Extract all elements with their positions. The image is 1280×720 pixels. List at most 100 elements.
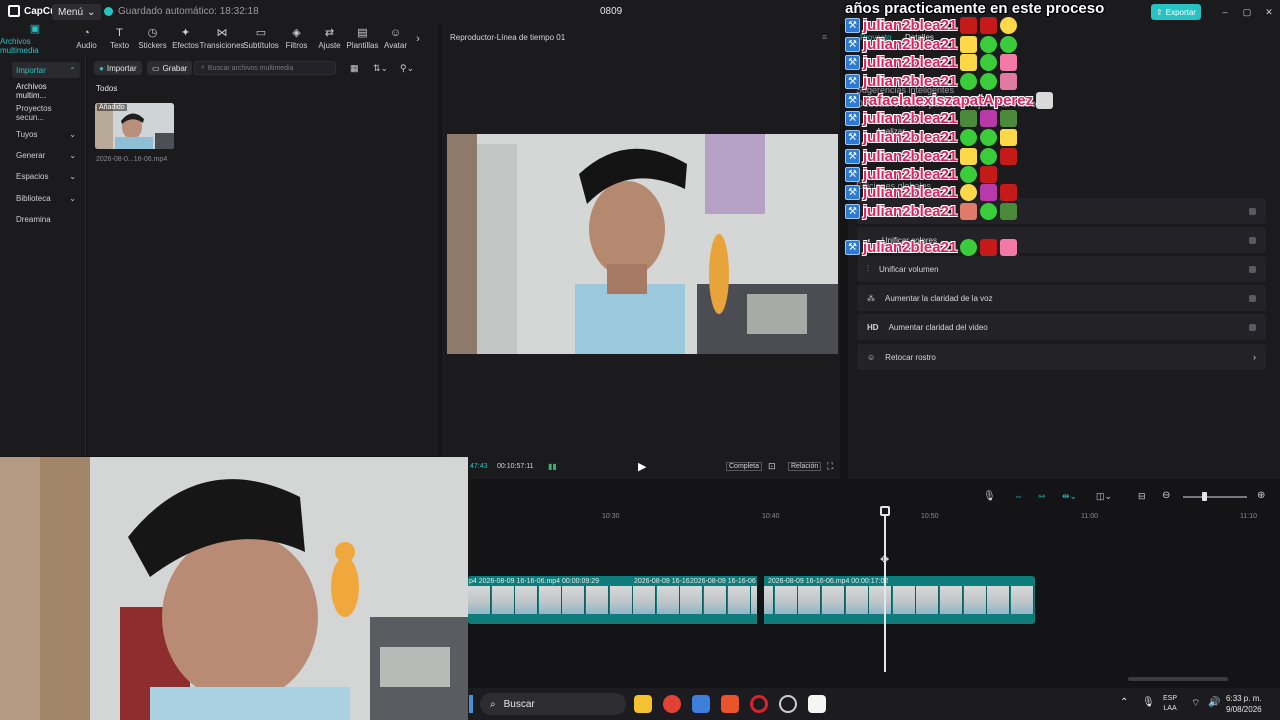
- player-video-frame[interactable]: [447, 134, 838, 354]
- playhead-handle[interactable]: [880, 506, 890, 516]
- record-label: Grabar: [162, 63, 188, 73]
- option-video-clarity[interactable]: HD Aumentar claridad del video: [857, 314, 1266, 340]
- toggle-switch[interactable]: [1249, 236, 1256, 244]
- preview-axis-icon[interactable]: ⊟: [1138, 491, 1146, 502]
- zoom-in-icon[interactable]: ⊕: [1257, 490, 1265, 501]
- nav-generate[interactable]: Generar ⌄: [12, 147, 80, 163]
- nav-import[interactable]: Importar ⌃: [12, 62, 80, 78]
- import-button[interactable]: ● Importar: [94, 61, 142, 75]
- toggle-switch[interactable]: [1249, 294, 1256, 302]
- tab-media[interactable]: ▣ Archivos multimedia: [0, 23, 70, 55]
- nav-secondary-projects[interactable]: Proyectos secun...: [12, 104, 80, 122]
- obs-icon[interactable]: [779, 695, 797, 713]
- toggle-switch[interactable]: [1249, 265, 1256, 273]
- tab-templates[interactable]: ▤ Plantillas: [346, 24, 379, 54]
- voice-icon: ⁂: [867, 293, 875, 303]
- speaker-icon[interactable]: 🔊: [1208, 697, 1220, 708]
- autosave-icon: [104, 7, 113, 16]
- chat-badge-icon: ⚒: [845, 129, 860, 145]
- minimize-icon[interactable]: –: [1217, 4, 1233, 20]
- ratio-button[interactable]: Relación: [788, 462, 822, 471]
- sort-icon[interactable]: ⇅⌄: [373, 63, 388, 74]
- toggle-switch[interactable]: [1249, 207, 1256, 215]
- wifi-icon[interactable]: ⌔: [1191, 697, 1200, 710]
- start-icon[interactable]: [469, 695, 473, 713]
- player-menu-icon[interactable]: ≡: [822, 32, 827, 42]
- video-track[interactable]: p4 2026-08-09 16-16-06.mp4 00:00:09:29 2…: [468, 576, 1035, 624]
- emote-icon: [960, 16, 978, 34]
- option-retouch-face[interactable]: ☺ Retocar rostro ›: [857, 344, 1266, 370]
- chat-message: ⚒ julian2blea21: [845, 109, 1018, 127]
- toggle-switch[interactable]: [1249, 323, 1256, 331]
- option-voice-clarity[interactable]: ⁂ Aumentar la claridad de la voz: [857, 285, 1266, 311]
- export-button[interactable]: ⇪ Exportar: [1151, 4, 1201, 20]
- taskbar-search[interactable]: ⌕ Buscar: [480, 693, 626, 715]
- nav-library[interactable]: Biblioteca ⌄: [12, 190, 80, 206]
- thumbnail-badge: Añadido: [97, 104, 127, 111]
- chrome-icon[interactable]: [663, 695, 681, 713]
- microphone-icon[interactable]: 🎙: [983, 491, 996, 502]
- chat-username: julian2blea21: [863, 53, 958, 71]
- tab-text[interactable]: T Texto: [103, 24, 136, 54]
- link-clips-icon[interactable]: ⇔: [1014, 491, 1023, 501]
- file-explorer-icon[interactable]: [634, 695, 652, 713]
- screenshot-icon[interactable]: ⊡: [768, 461, 776, 472]
- audio-meter-icon: ▮▮: [548, 462, 557, 471]
- play-icon[interactable]: ▶: [638, 460, 646, 473]
- grid-view-icon[interactable]: ▦: [350, 63, 359, 74]
- capcut-taskbar-icon[interactable]: [808, 695, 826, 713]
- close-icon[interactable]: ✕: [1261, 4, 1277, 20]
- chevron-down-icon: ⌄: [87, 6, 96, 18]
- nav-yours[interactable]: Tuyos ⌄: [12, 126, 80, 142]
- player-current-time: 47:43: [470, 463, 488, 470]
- tab-subtitles[interactable]: ▭ Subtítulos: [242, 24, 280, 54]
- tab-audio[interactable]: ◔ Audio: [70, 24, 103, 54]
- snap-icon[interactable]: ⇿: [1038, 491, 1046, 502]
- taskbar-clock[interactable]: 6:33 p. m. 9/08/2026: [1226, 693, 1262, 715]
- emote-icon: [960, 53, 978, 71]
- media-thumbnail[interactable]: Añadido: [95, 103, 174, 149]
- tab-adjust[interactable]: ⇄ Ajuste: [313, 24, 346, 54]
- filter-funnel-icon[interactable]: ⚲⌄: [400, 63, 414, 74]
- option-unify-volume[interactable]: ⫶ Unificar volumen: [857, 256, 1266, 282]
- tab-label: Filtros: [285, 41, 308, 50]
- record-button[interactable]: ▭ Grabar: [147, 61, 193, 75]
- filter-all-label[interactable]: Todos: [96, 84, 117, 93]
- opera-icon[interactable]: [750, 695, 768, 713]
- tab-effects[interactable]: ✦ Efectos: [169, 24, 202, 54]
- magnet-icon[interactable]: ⇹⌄: [1062, 491, 1077, 502]
- brave-icon[interactable]: [721, 695, 739, 713]
- media-search-input[interactable]: ⌕ Buscar archivos multimedia: [194, 61, 336, 75]
- maximize-icon[interactable]: ▢: [1239, 4, 1255, 20]
- split-icon[interactable]: ◫⌄: [1096, 491, 1112, 502]
- zoom-slider-handle[interactable]: [1202, 492, 1207, 501]
- full-quality-button[interactable]: Completa: [726, 462, 762, 471]
- zoom-slider[interactable]: [1183, 496, 1247, 498]
- zoom-out-icon[interactable]: ⊖: [1162, 490, 1170, 501]
- nav-media-files[interactable]: Archivos multim...: [12, 82, 80, 100]
- chevron-up-icon[interactable]: ⌃: [1120, 697, 1128, 708]
- nav-spaces[interactable]: Espacios ⌄: [12, 168, 80, 184]
- microphone-icon[interactable]: 🎙: [1142, 697, 1155, 708]
- menu-button[interactable]: Menú ⌄: [52, 4, 102, 20]
- chat-badge-icon: ⚒: [845, 92, 860, 108]
- tab-stickers[interactable]: ◷ Stickers: [136, 24, 169, 54]
- tab-transitions[interactable]: ⋈ Transiciones: [199, 24, 244, 54]
- project-title: 0809: [600, 6, 623, 17]
- toolbar-more-button[interactable]: ›: [412, 24, 424, 54]
- store-icon[interactable]: [692, 695, 710, 713]
- timeline-scrollbar[interactable]: [1128, 677, 1228, 681]
- chat-username: julian2blea21: [863, 16, 958, 34]
- import-label: Importar: [106, 63, 137, 73]
- tab-avatar[interactable]: ☺ Avatar: [379, 24, 412, 54]
- chat-username: julian2blea21: [863, 72, 958, 90]
- option-label: Unificar volumen: [879, 264, 939, 274]
- playhead[interactable]: [884, 508, 886, 672]
- tab-filters[interactable]: ◈ Filtros: [280, 24, 313, 54]
- fullscreen-icon[interactable]: ⛶: [827, 461, 833, 472]
- emote-icon: [980, 16, 998, 34]
- language-indicator[interactable]: ESP LAA: [1163, 694, 1177, 714]
- tab-label: Texto: [109, 41, 130, 50]
- nav-dreamina[interactable]: Dreamina: [12, 211, 80, 227]
- nav-label: Biblioteca: [16, 193, 51, 203]
